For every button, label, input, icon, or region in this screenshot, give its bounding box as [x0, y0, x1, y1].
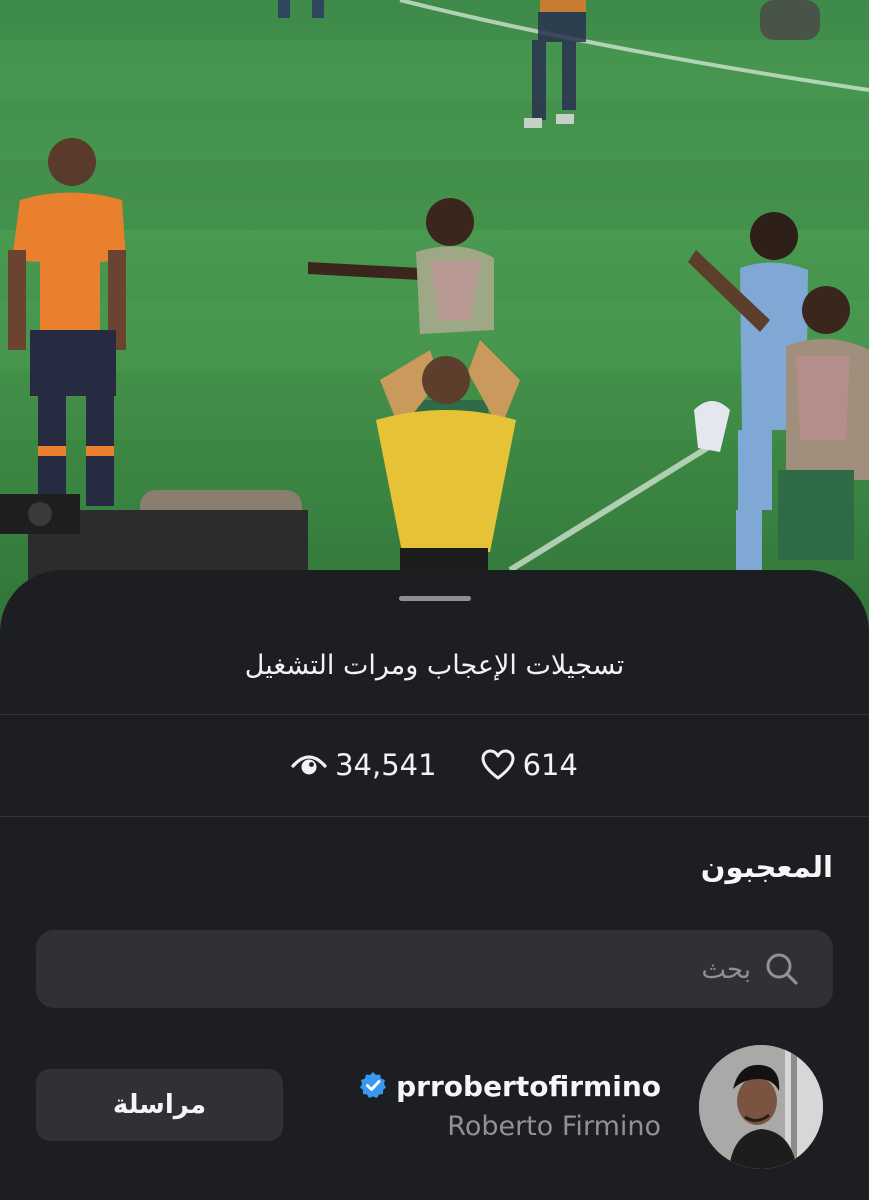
divider: [0, 816, 869, 817]
avatar[interactable]: [699, 1045, 823, 1169]
liker-row[interactable]: prrobertofirmino Roberto Firmino مراسلة: [0, 1040, 869, 1170]
search-input[interactable]: [89, 930, 753, 1010]
search-icon: [765, 952, 799, 990]
drag-handle[interactable]: [399, 596, 471, 601]
likers-heading: المعجبون: [700, 850, 833, 884]
likes-plays-sheet: تسجيلات الإعجاب ومرات التشغيل 34,541 614…: [0, 570, 869, 1200]
video-frame[interactable]: [0, 0, 869, 640]
likes-count: 614: [522, 748, 578, 782]
liker-full-name: Roberto Firmino: [447, 1111, 661, 1142]
liker-names[interactable]: prrobertofirmino Roberto Firmino: [359, 1070, 661, 1142]
eye-icon: [291, 750, 327, 780]
message-button[interactable]: مراسلة: [36, 1069, 283, 1141]
verified-badge-icon: [359, 1071, 387, 1103]
stats-row: 34,541 614: [0, 748, 869, 782]
sheet-title: تسجيلات الإعجاب ومرات التشغيل: [244, 650, 625, 681]
divider: [0, 714, 869, 715]
liker-username[interactable]: prrobertofirmino: [396, 1070, 661, 1103]
views-stat: 34,541: [291, 748, 437, 782]
likes-stat: 614: [481, 748, 578, 782]
heart-icon: [481, 749, 515, 781]
search-bar[interactable]: [36, 930, 833, 1010]
football-match-scene: [0, 0, 869, 580]
views-count: 34,541: [335, 748, 437, 782]
